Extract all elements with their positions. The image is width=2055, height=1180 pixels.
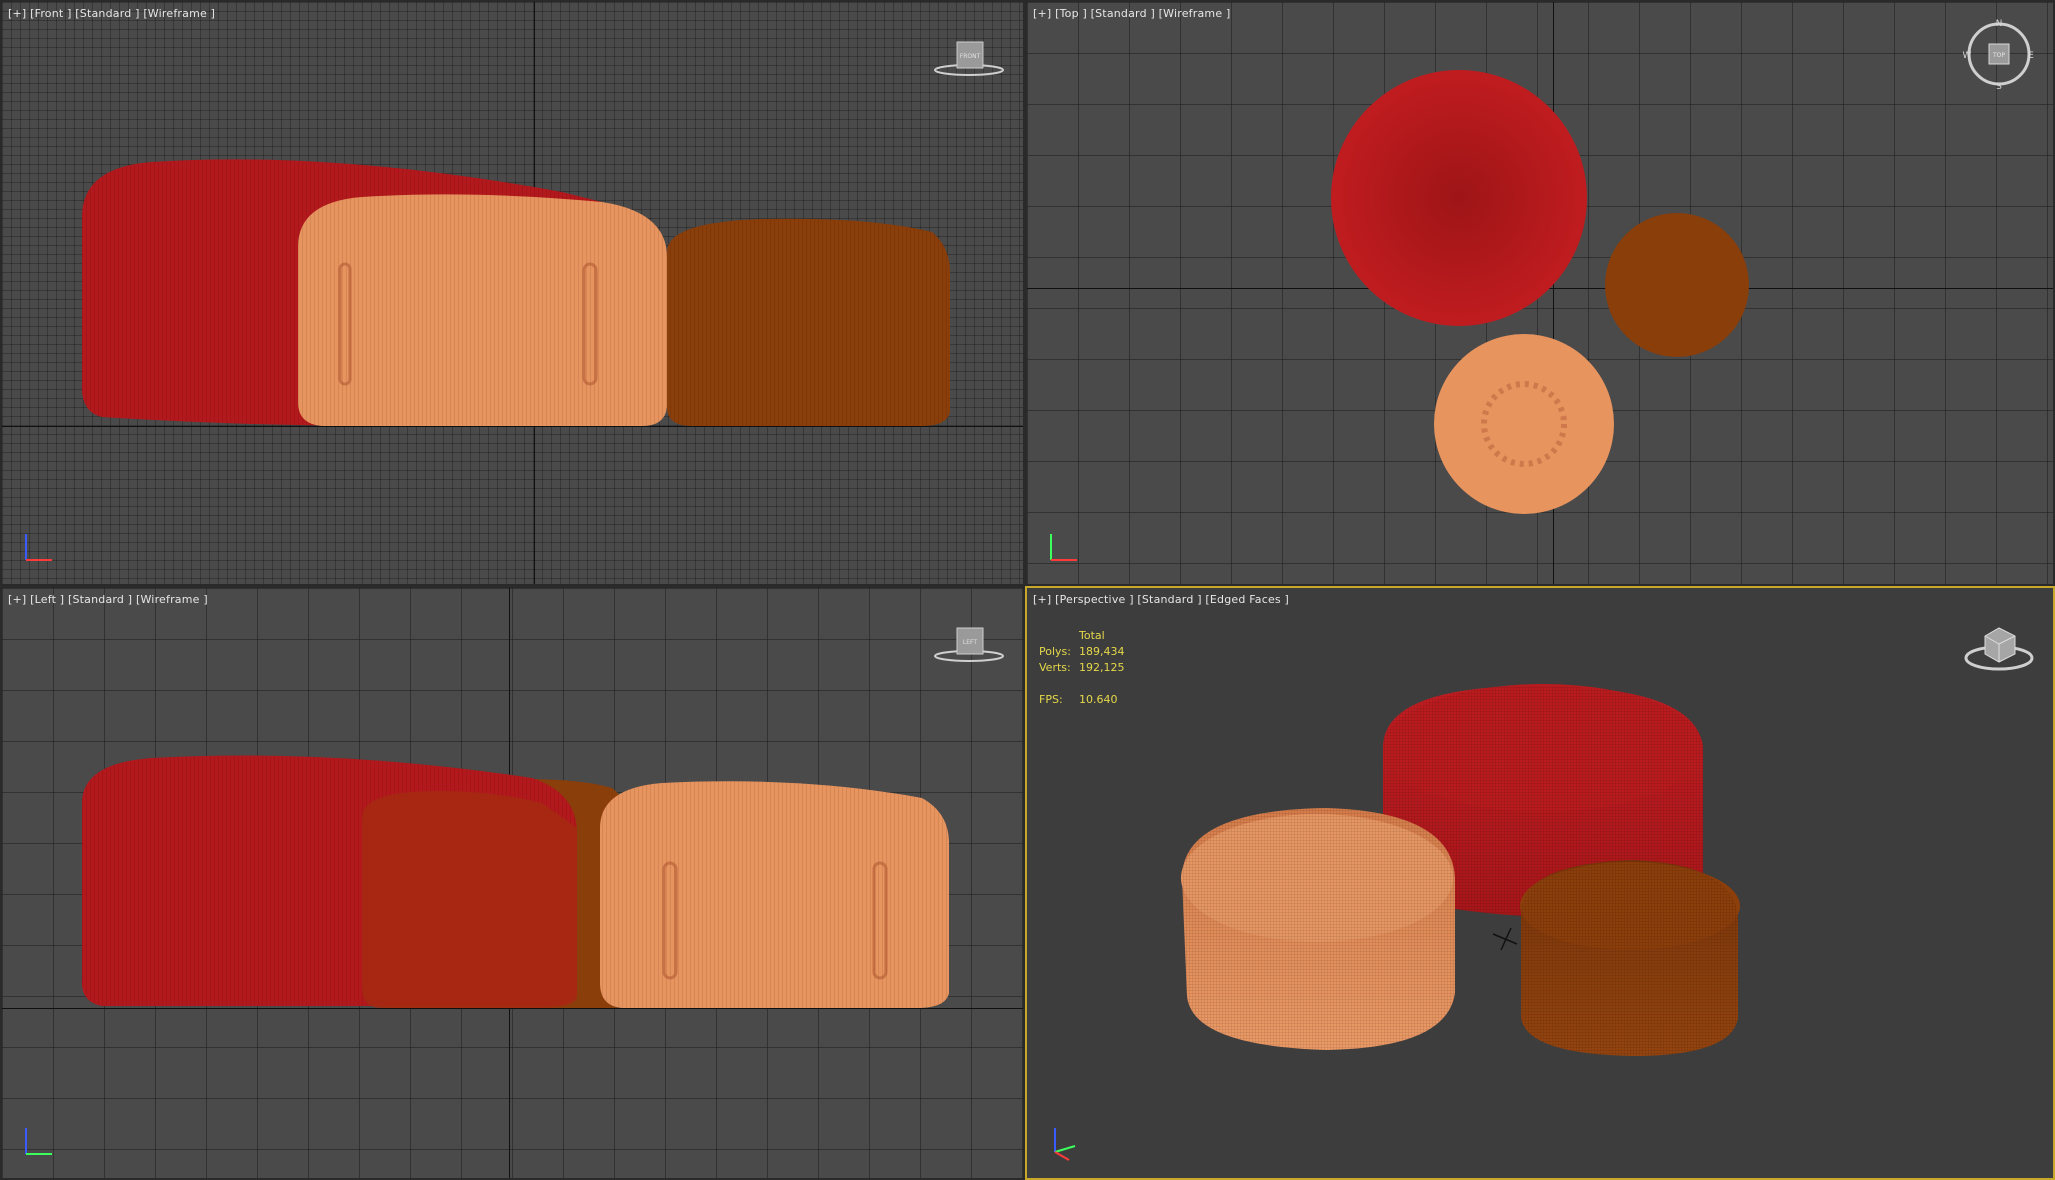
front-scene (81, 159, 950, 427)
top-scene (1331, 70, 1749, 514)
viewport-label-top[interactable]: [+] [Top ] [Standard ] [Wireframe ] (1033, 7, 1231, 20)
svg-text:TOP: TOP (1992, 52, 2005, 59)
viewcube-icon[interactable]: FRONT (933, 32, 1005, 92)
perspective-scene (1181, 684, 1740, 1056)
pouf-brown-top (1605, 213, 1749, 357)
viewport-top[interactable]: [+] [Top ] [Standard ] [Wireframe ] TOP … (1025, 0, 2055, 586)
svg-text:S: S (1996, 82, 2002, 90)
viewport-label-front[interactable]: [+] [Front ] [Standard ] [Wireframe ] (8, 7, 215, 20)
stats-verts-label: Verts: (1039, 661, 1071, 674)
viewport-front[interactable]: [+] [Front ] [Standard ] [Wireframe ] FR… (0, 0, 1025, 586)
viewport-label-left[interactable]: [+] [Left ] [Standard ] [Wireframe ] (8, 593, 208, 606)
stats-verts-value: 192,125 (1079, 661, 1125, 674)
axis-gizmo-icon (25, 1128, 52, 1155)
statistics-overlay: Total Polys: 189,434 Verts: 192,125 FPS:… (1039, 628, 1125, 708)
svg-text:W: W (1963, 51, 1972, 61)
viewport-left[interactable]: [+] [Left ] [Standard ] [Wireframe ] LEF… (0, 586, 1025, 1180)
pouf-peach-perspective (1181, 808, 1455, 1050)
stats-fps-value: 10.640 (1079, 693, 1118, 706)
axis-gizmo-icon (25, 534, 52, 561)
stats-polys-label: Polys: (1039, 645, 1071, 658)
viewport-perspective[interactable]: [+] [Perspective ] [Standard ] [Edged Fa… (1025, 586, 2055, 1180)
axis-gizmo-icon (1054, 1128, 1076, 1161)
pouf-red-top (1331, 70, 1587, 326)
pouf-peach-top (1434, 334, 1614, 514)
left-scene (81, 755, 949, 1008)
compass-viewcube-icon[interactable]: TOP N S E W (1963, 18, 2035, 90)
svg-text:LEFT: LEFT (963, 639, 977, 646)
viewcube-face-label: FRONT (960, 53, 981, 60)
viewcube-3d-icon[interactable] (1963, 618, 2035, 678)
viewport-label-perspective[interactable]: [+] [Perspective ] [Standard ] [Edged Fa… (1033, 593, 1289, 606)
axis-gizmo-icon (1050, 534, 1077, 561)
pouf-brown-perspective (1520, 860, 1740, 1056)
stats-fps-label: FPS: (1039, 693, 1063, 706)
viewport-layout: [+] [Front ] [Standard ] [Wireframe ] FR… (0, 0, 2055, 1180)
viewcube-icon[interactable]: LEFT (933, 618, 1005, 678)
stats-polys-value: 189,434 (1079, 645, 1125, 658)
stats-total-label: Total (1079, 629, 1105, 642)
svg-text:E: E (2028, 51, 2034, 61)
svg-text:N: N (1996, 19, 2003, 29)
